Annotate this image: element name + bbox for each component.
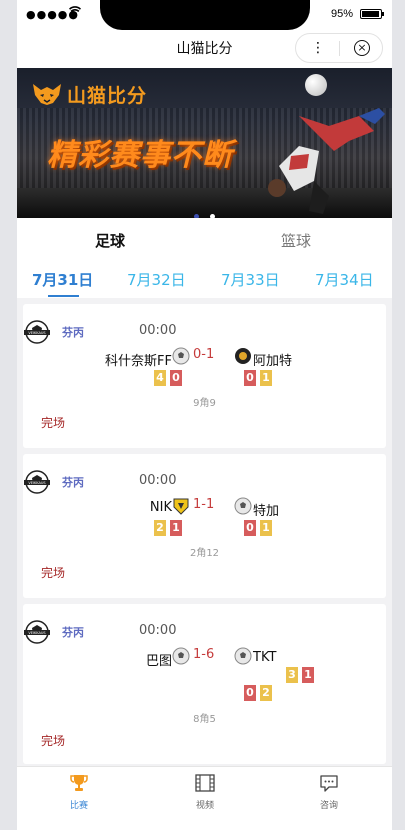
corner-count: 9角9: [193, 398, 216, 409]
carousel-indicator: [17, 204, 392, 218]
away-team-name: 阿加特: [253, 354, 293, 369]
match-card[interactable]: VEIKKAUS 芬丙 00:00 科什奈斯FF 0-1 阿加特 4 0 0 1…: [23, 304, 386, 448]
active-date-underline: [48, 295, 79, 297]
match-card[interactable]: VEIKKAUS 芬丙 00:00 巴图 1-6 TKT 3 1 0 2 8角5…: [23, 604, 386, 764]
league-badge-icon: VEIKKAUS: [24, 320, 50, 344]
player-kick-illustration: [268, 108, 385, 214]
team-crest-icon: [173, 498, 189, 515]
tabbar-item-video[interactable]: 视频: [175, 772, 235, 811]
match-card[interactable]: VEIKKAUS 芬丙 00:00 NIK 1-1 特加 2 1 0 1 2角1…: [23, 454, 386, 598]
brand-name: 山猫比分: [67, 84, 148, 107]
promo-banner[interactable]: 山猫比分 精彩赛事不断: [17, 68, 392, 218]
tabbar-label: 咨询: [319, 801, 338, 811]
stat-pill-red: 1: [302, 667, 314, 683]
stat-pill-yellow: 1: [260, 520, 272, 536]
wifi-icon: [69, 6, 81, 16]
team-crest-icon: [235, 348, 251, 364]
match-status: 完场: [41, 416, 66, 430]
stat-pill-red: 0: [244, 685, 256, 701]
mini-program-capsule: ⋮ ×: [295, 33, 383, 63]
football-team-icon: [234, 497, 252, 515]
tabbar-label: 视频: [195, 801, 214, 811]
status-bar: ●●●●● 95%: [17, 0, 392, 30]
date-tab-0731[interactable]: 7月31日: [32, 269, 93, 290]
svg-text:VEIKKAUS: VEIKKAUS: [28, 631, 46, 635]
match-score: 1-6: [193, 647, 215, 662]
trophy-icon: [70, 775, 88, 791]
tab-basketball[interactable]: 篮球: [281, 230, 311, 251]
stat-pill-yellow: 2: [260, 685, 272, 701]
tabbar-item-matches[interactable]: 比赛: [49, 772, 109, 811]
stat-pill-yellow: 4: [154, 370, 166, 386]
match-score: 0-1: [193, 347, 215, 362]
league-badge-icon: VEIKKAUS: [24, 620, 50, 644]
stat-pill-yellow: 3: [286, 667, 298, 683]
bottom-tab-bar: 比赛 视频 咨询: [17, 766, 392, 818]
battery-percent: 95%: [330, 8, 353, 20]
football-team-icon: [172, 347, 190, 365]
tab-football[interactable]: 足球: [95, 230, 125, 251]
home-team-name: NIK: [149, 500, 172, 515]
close-circle-icon[interactable]: ×: [354, 40, 370, 56]
soccer-ball-icon: [305, 74, 327, 96]
stat-pill-yellow: 1: [260, 370, 272, 386]
date-tab-0733[interactable]: 7月33日: [221, 269, 280, 290]
away-team-name: 特加: [253, 504, 280, 519]
stat-pill-yellow: 2: [154, 520, 166, 536]
navigation-bar: 山猫比分 ⋮ ×: [17, 30, 392, 68]
lynx-logo-icon: [33, 84, 61, 105]
sport-tabs: 足球 篮球: [17, 218, 392, 260]
stat-pill-red: 0: [244, 370, 256, 386]
match-status: 完场: [41, 566, 66, 580]
match-status: 完场: [41, 734, 66, 748]
league-name: 芬丙: [62, 326, 84, 339]
match-time: 00:00: [139, 473, 177, 488]
phone-screen: ●●●●● 95% 山猫比分 ⋮ × 山猫比分 精彩赛事不断 足球 篮球 7月3…: [17, 0, 392, 830]
brand-logo-group: 山猫比分: [31, 79, 147, 109]
more-dots-icon[interactable]: ⋮: [310, 39, 326, 57]
film-icon: [195, 774, 215, 792]
svg-text:VEIKKAUS: VEIKKAUS: [28, 331, 46, 335]
corner-count: 8角5: [193, 714, 216, 725]
battery-icon: [360, 9, 384, 19]
home-team-name: 巴图: [145, 654, 172, 669]
banner-slogan: 精彩赛事不断: [47, 138, 233, 173]
capsule-divider: [339, 41, 340, 56]
tabbar-label: 比赛: [69, 801, 88, 811]
league-name: 芬丙: [62, 476, 84, 489]
date-tabs: 7月31日 7月32日 7月33日 7月34日: [17, 260, 392, 298]
match-time: 00:00: [139, 623, 177, 638]
match-score: 1-1: [193, 497, 215, 512]
date-tab-0734[interactable]: 7月34日: [315, 269, 374, 290]
football-team-icon: [172, 647, 190, 665]
camera-notch: [100, 0, 310, 30]
date-tab-0732[interactable]: 7月32日: [127, 269, 186, 290]
message-icon: [320, 775, 338, 792]
tabbar-item-news[interactable]: 咨询: [299, 772, 359, 811]
league-badge-icon: VEIKKAUS: [24, 470, 50, 494]
stat-pill-red: 0: [170, 370, 182, 386]
stat-pill-red: 0: [244, 520, 256, 536]
home-indicator-area: [17, 818, 392, 830]
home-team-name: 科什奈斯FF: [105, 354, 172, 369]
away-team-name: TKT: [253, 650, 277, 665]
corner-count: 2角12: [189, 548, 220, 559]
league-name: 芬丙: [62, 626, 84, 639]
match-time: 00:00: [139, 323, 177, 338]
svg-text:VEIKKAUS: VEIKKAUS: [28, 481, 46, 485]
football-team-icon: [234, 647, 252, 665]
stat-pill-red: 1: [170, 520, 182, 536]
